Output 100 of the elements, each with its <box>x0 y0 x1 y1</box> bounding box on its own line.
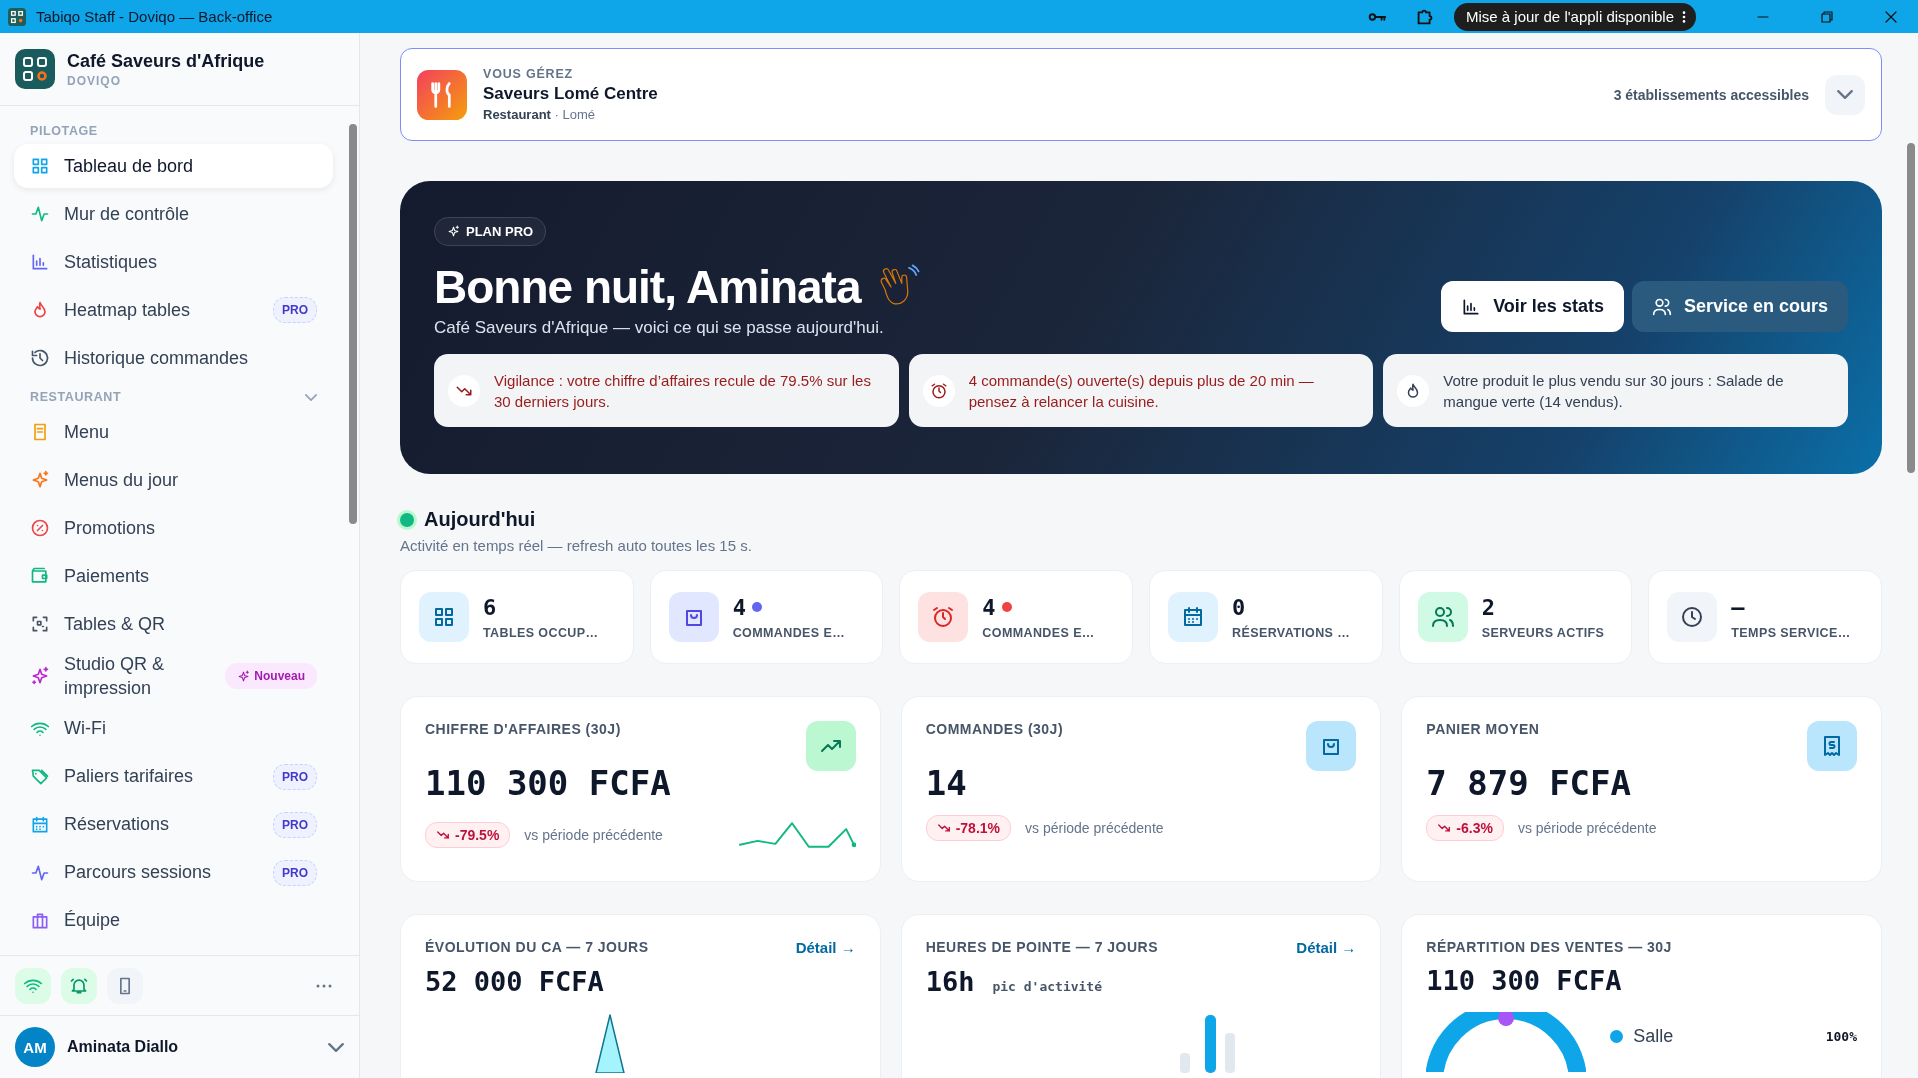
hero-button[interactable]: Service en cours <box>1631 281 1848 332</box>
kpi-value: 7 879 FCFA <box>1426 763 1633 803</box>
sidebar-item[interactable]: Paiements <box>14 554 333 598</box>
app-icon <box>8 7 26 26</box>
establishment-name: Saveurs Lomé Centre <box>483 84 658 104</box>
area-chart-drawing <box>595 1013 625 1073</box>
alert-text: Vigilance : votre chiffre d’affaires recule de 79.5% sur les 30 derniers jours. <box>494 370 872 412</box>
grid-icon <box>432 605 456 629</box>
chevron-icon[interactable] <box>328 1042 344 1052</box>
dropdown-button[interactable] <box>1825 74 1865 115</box>
plan-badge: PLAN PRO <box>434 217 547 246</box>
alert-text: 4 commande(s) ouverte(s) depuis plus de 20 min — pensez à relancer la cuisine. <box>968 370 1315 412</box>
accessible-count: 3 établissements accessibles <box>1613 86 1809 103</box>
legend-label: Salle <box>1633 1026 1674 1047</box>
alarm-icon <box>929 381 948 400</box>
chevron-icon[interactable] <box>305 393 317 401</box>
section-subtitle: Activité en temps réel — refresh auto toutes les 15 s. <box>400 537 753 554</box>
chart-bar <box>1179 1053 1190 1073</box>
update-button[interactable]: Mise à jour de l'appli disponible <box>1454 2 1696 31</box>
status-button[interactable] <box>15 967 51 1004</box>
sidebar-item[interactable]: Mur de contrôle <box>14 192 333 236</box>
kpi-value: 14 <box>925 763 968 803</box>
delta-badge: -78.1% <box>925 815 1011 841</box>
menu-item-icon <box>30 252 50 272</box>
section-title: PILOTAGE <box>30 124 98 138</box>
panel-value: 16h <box>925 966 975 997</box>
clock-icon <box>1680 605 1705 629</box>
kpi-title: CHIFFRE D'AFFAIRES (30J) <box>425 721 621 737</box>
chart-bar <box>1224 1033 1235 1073</box>
users-icon <box>1651 296 1672 317</box>
menu-item-icon <box>30 666 50 687</box>
menu-item-icon <box>30 614 50 634</box>
legend-value: 100% <box>1825 1029 1857 1044</box>
stat-value: 6 <box>483 594 497 620</box>
greeting: Bonne nuit, Aminata <box>434 260 861 314</box>
stat-label: SERVEURS ACTIFS <box>1481 625 1605 640</box>
menu-item-icon <box>30 348 50 368</box>
restaurant-name: Café Saveurs d'Afrique <box>67 50 265 72</box>
detail-link[interactable]: Détail → <box>795 939 856 956</box>
section-title: RESTAURANT <box>30 390 122 404</box>
users-icon <box>1430 605 1455 629</box>
panel-note: pic d'activité <box>992 979 1102 994</box>
sidebar-item[interactable]: Équipe <box>14 898 333 943</box>
sidebar-item[interactable]: Paliers tarifaires PRO <box>14 754 333 799</box>
window-title: Tabiqo Staff - Doviqo — Back-office <box>36 8 273 25</box>
sidebar-item[interactable]: Réservations PRO <box>14 802 333 847</box>
stat-label: COMMANDES E… <box>732 625 846 640</box>
sidebar-item[interactable]: Promotions <box>14 506 333 550</box>
panel-title: RÉPARTITION DES VENTES — 30J <box>1426 939 1672 955</box>
kpi-title: COMMANDES (30J) <box>925 721 1064 737</box>
stat-label: RÉSERVATIONS … <box>1232 625 1351 640</box>
avatar[interactable]: AM <box>15 1027 55 1067</box>
scrollbar-thumb[interactable] <box>349 124 357 524</box>
alert-text: Votre produit le plus vendu sur 30 jours : Salade de mangue verte (14 vendus). <box>1443 370 1785 412</box>
badge: PRO <box>273 811 317 838</box>
cutlery-icon <box>417 69 467 120</box>
menu-item-icon <box>30 156 50 176</box>
status-button[interactable] <box>61 967 97 1004</box>
stat-label: COMMANDES E… <box>982 625 1095 640</box>
scrollbar-thumb[interactable] <box>1907 143 1915 473</box>
hero-button[interactable]: Voir les stats <box>1441 281 1624 332</box>
sidebar-item[interactable]: Studio QR & impression Nouveau <box>14 650 333 703</box>
sidebar-item[interactable]: Statistiques <box>14 240 333 284</box>
menu-item-icon <box>30 470 50 490</box>
hero-subtitle: Café Saveurs d'Afrique — voici ce qui se passe aujourd'hui. <box>434 318 885 338</box>
detail-link[interactable]: Détail → <box>1296 939 1357 956</box>
card-label: VOUS GÉREZ <box>483 67 574 81</box>
badge: PRO <box>273 859 317 886</box>
menu-item-icon <box>30 814 50 835</box>
sidebar-item[interactable]: Heatmap tables PRO <box>14 288 333 332</box>
menu-item-icon <box>30 204 50 224</box>
sidebar-item[interactable]: Menus du jour <box>14 458 333 502</box>
panel-value: 52 000 FCFA <box>425 966 604 997</box>
sidebar-item[interactable]: Historique commandes <box>14 336 333 380</box>
menu-item-icon <box>30 566 50 586</box>
sidebar-item[interactable]: Tables & QR <box>14 602 333 646</box>
more-icon[interactable] <box>316 983 332 988</box>
status-button[interactable] <box>107 967 143 1004</box>
kpi-value: 110 300 FCFA <box>425 763 672 803</box>
panel-title: HEURES DE POINTE — 7 JOURS <box>925 939 1159 955</box>
restore-icon[interactable] <box>1819 8 1835 25</box>
stat-value: 4 <box>732 594 746 620</box>
comparison-note: vs période précédente <box>1025 820 1164 836</box>
sidebar-item[interactable]: Menu <box>14 410 333 454</box>
more-icon <box>1682 9 1686 24</box>
stat-value: 4 <box>982 594 996 620</box>
menu-item-icon <box>30 766 50 787</box>
trend-down-icon <box>936 821 951 835</box>
alarm-icon <box>931 605 956 629</box>
menu-item-icon <box>30 518 50 538</box>
logo-icon <box>15 49 55 89</box>
stat-value: 0 <box>1232 594 1246 620</box>
sidebar-item[interactable]: Parcours sessions PRO <box>14 850 333 895</box>
sidebar-item[interactable]: Wi-Fi <box>14 706 333 751</box>
user-name: Aminata Diallo <box>67 1038 180 1056</box>
kpi-title: PANIER MOYEN <box>1426 721 1540 737</box>
sidebar-item[interactable]: Tableau de bord <box>14 144 333 188</box>
trend-down-icon <box>1437 821 1452 835</box>
chevron-icon <box>1837 90 1853 99</box>
sparkle-icon <box>237 669 251 683</box>
